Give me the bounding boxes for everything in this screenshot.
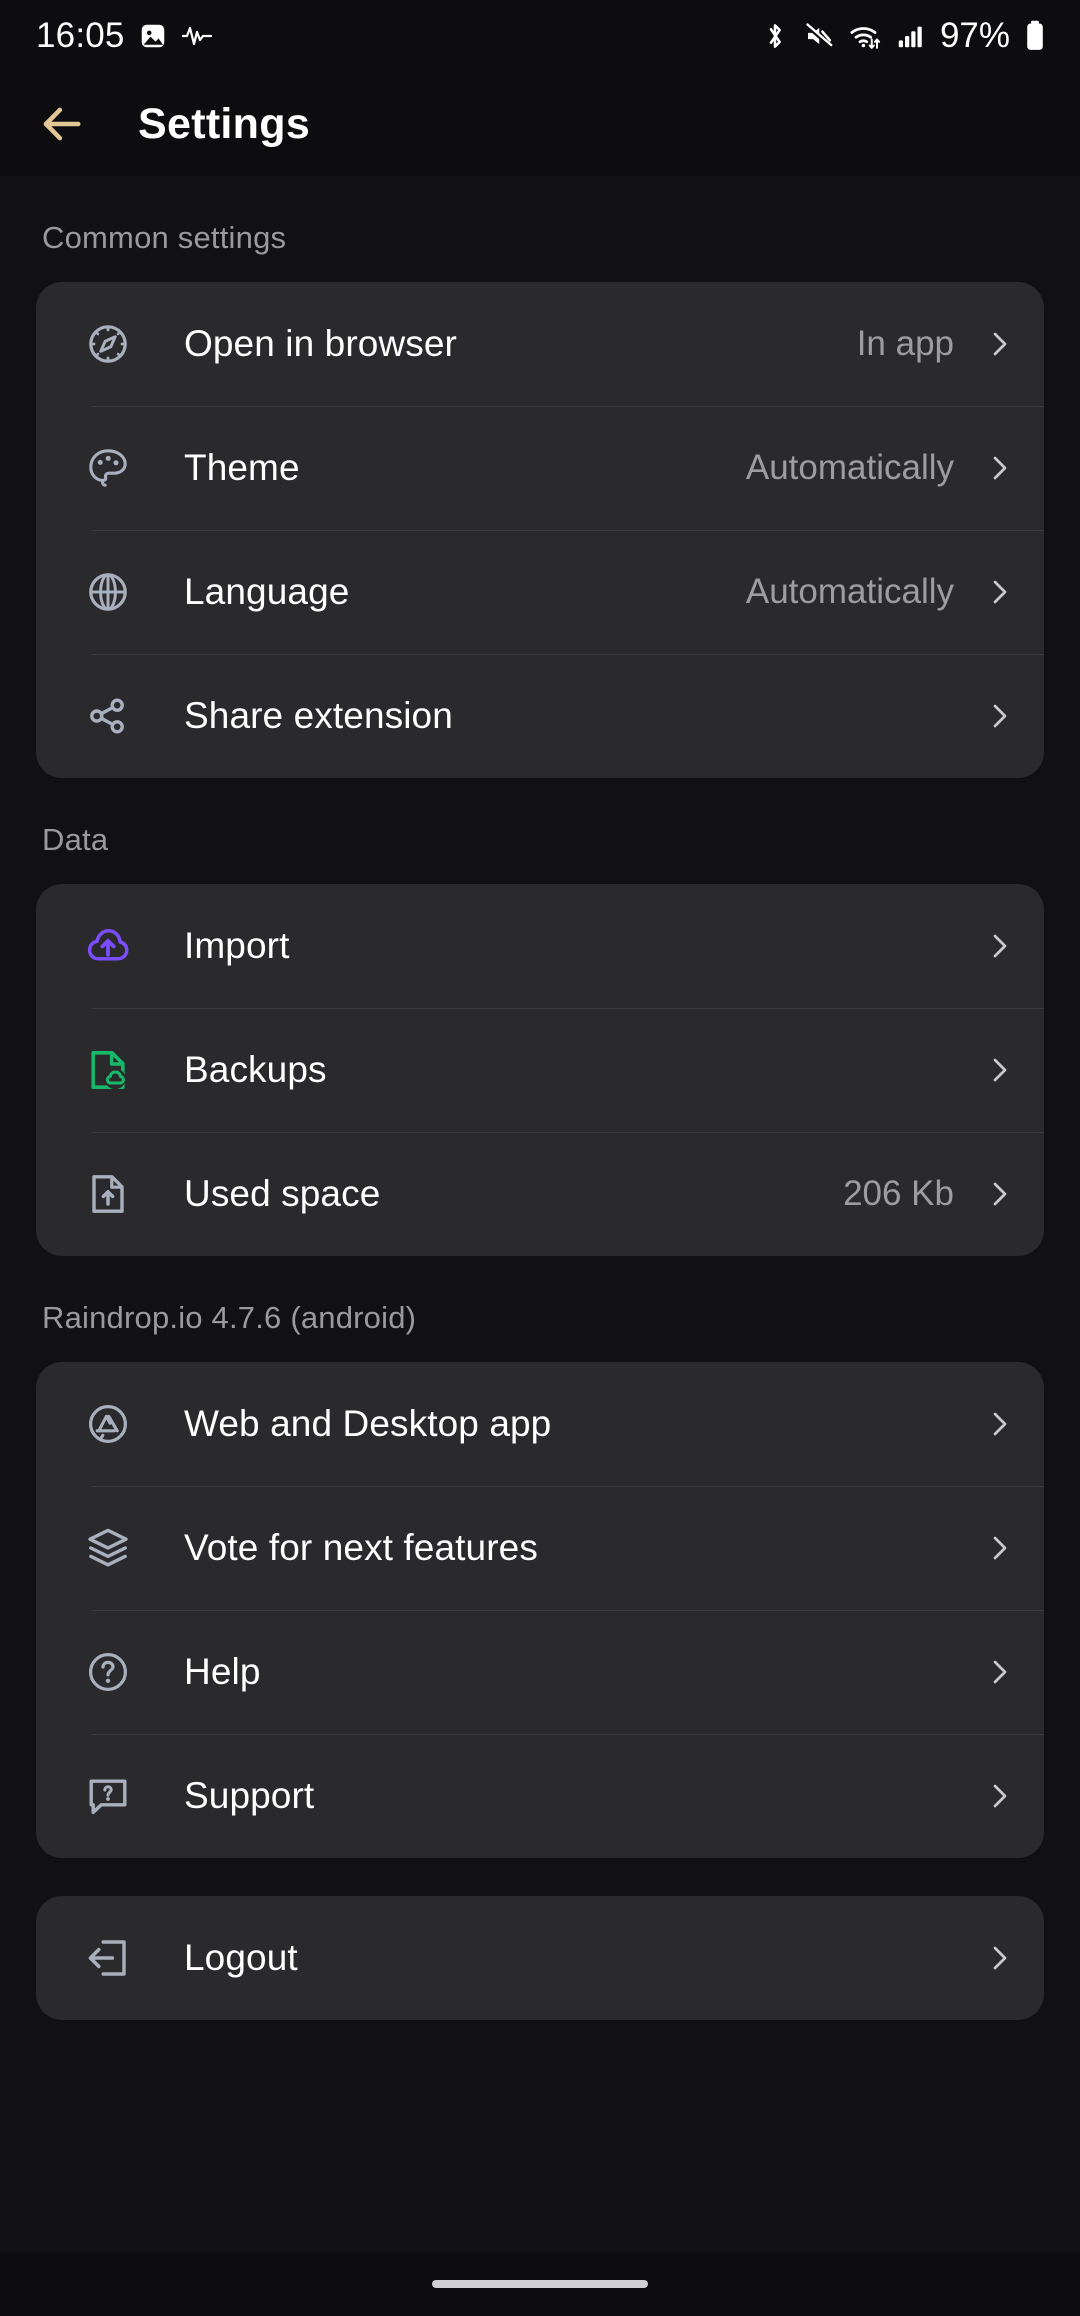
activity-waveform-icon	[181, 21, 213, 51]
chevron-right-icon	[982, 576, 1016, 608]
settings-row-vote-for-next-features[interactable]: Vote for next features	[36, 1486, 1044, 1610]
settings-row-label: Support	[184, 1775, 315, 1816]
question-circle-icon	[82, 1648, 134, 1696]
card-common-settings: Open in browser In app Theme Automatical…	[36, 282, 1044, 778]
file-cloud-icon	[82, 1046, 134, 1094]
settings-row-value: Automatically	[745, 572, 954, 611]
card-spacer	[0, 1858, 1080, 1896]
settings-row-open-in-browser[interactable]: Open in browser In app	[36, 282, 1044, 406]
settings-row-share-extension[interactable]: Share extension	[36, 654, 1044, 778]
status-bar: 16:05 97%	[0, 0, 1080, 72]
back-button[interactable]	[34, 96, 90, 152]
settings-row-language[interactable]: Language Automatically	[36, 530, 1044, 654]
chevron-right-icon	[982, 930, 1016, 962]
chevron-right-icon	[982, 1942, 1016, 1974]
palette-icon	[82, 444, 134, 492]
settings-screen: 16:05 97% Settings Common settings Open …	[0, 0, 1080, 2316]
settings-row-used-space[interactable]: Used space 206 Kb	[36, 1132, 1044, 1256]
chevron-right-icon	[982, 1780, 1016, 1812]
settings-row-label: Backups	[184, 1049, 327, 1090]
settings-row-label: Import	[184, 925, 290, 966]
chevron-right-icon	[982, 1054, 1016, 1086]
settings-row-value: In app	[856, 324, 954, 363]
settings-row-label: Open in browser	[184, 323, 457, 364]
settings-row-label: Theme	[184, 447, 300, 488]
compass-icon	[82, 320, 134, 368]
volume-muted-icon	[802, 21, 834, 51]
system-navigation-bar	[0, 2252, 1080, 2316]
section-label-data: Data	[42, 822, 109, 857]
wifi-icon	[848, 21, 882, 51]
section-label-common-settings: Common settings	[42, 220, 287, 255]
battery-percent-label: 97%	[939, 16, 1010, 55]
arrow-left-icon	[36, 98, 88, 150]
card-about: Web and Desktop app Vote for next featur…	[36, 1362, 1044, 1858]
page-title: Settings	[138, 99, 311, 148]
settings-row-support[interactable]: Support	[36, 1734, 1044, 1858]
cloud-upload-icon	[82, 922, 134, 970]
chat-question-icon	[82, 1772, 134, 1820]
chevron-right-icon	[982, 452, 1016, 484]
card-logout: Logout	[36, 1896, 1044, 2020]
chevron-right-icon	[982, 1532, 1016, 1564]
chevron-right-icon	[982, 1178, 1016, 1210]
settings-row-value: Automatically	[745, 448, 954, 487]
settings-row-backups[interactable]: Backups	[36, 1008, 1044, 1132]
settings-row-help[interactable]: Help	[36, 1610, 1044, 1734]
settings-row-import[interactable]: Import	[36, 884, 1044, 1008]
share-icon	[82, 692, 134, 740]
settings-row-label: Vote for next features	[184, 1527, 538, 1568]
settings-content: Common settings Open in browser In app T…	[0, 176, 1080, 2252]
bluetooth-icon	[762, 20, 788, 52]
app-bar: Settings	[0, 72, 1080, 176]
app-store-icon	[82, 1400, 134, 1448]
settings-row-label: Share extension	[184, 695, 453, 736]
status-clock: 16:05	[36, 16, 125, 55]
card-data: Import Backups Used space 206 Kb	[36, 884, 1044, 1256]
file-upload-icon	[82, 1170, 134, 1218]
chevron-right-icon	[982, 1408, 1016, 1440]
settings-row-label: Used space	[184, 1173, 381, 1214]
settings-row-web-and-desktop-app[interactable]: Web and Desktop app	[36, 1362, 1044, 1486]
status-bar-right: 97%	[762, 16, 1046, 56]
settings-row-label: Language	[184, 571, 350, 612]
chevron-right-icon	[982, 700, 1016, 732]
cellular-signal-icon	[896, 21, 924, 51]
status-bar-left: 16:05	[36, 16, 213, 56]
globe-icon	[82, 568, 134, 616]
settings-row-label: Logout	[184, 1937, 298, 1978]
logout-icon	[82, 1934, 134, 1982]
home-indicator[interactable]	[432, 2280, 648, 2288]
settings-row-label: Web and Desktop app	[184, 1403, 552, 1444]
battery-icon	[1024, 19, 1046, 53]
chevron-right-icon	[982, 328, 1016, 360]
settings-row-value: 206 Kb	[843, 1174, 954, 1213]
section-label-app-version: Raindrop.io 4.7.6 (android)	[42, 1300, 417, 1335]
layers-icon	[82, 1524, 134, 1572]
settings-row-theme[interactable]: Theme Automatically	[36, 406, 1044, 530]
chevron-right-icon	[982, 1656, 1016, 1688]
image-icon	[138, 21, 168, 51]
settings-row-logout[interactable]: Logout	[36, 1896, 1044, 2020]
settings-row-label: Help	[184, 1651, 261, 1692]
